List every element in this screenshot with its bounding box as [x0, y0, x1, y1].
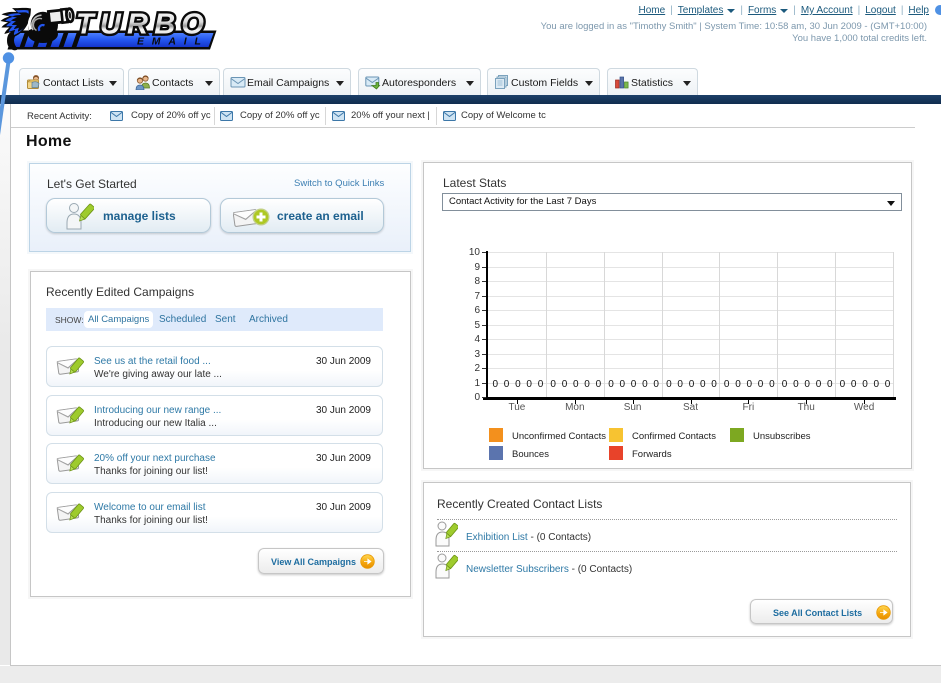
- svg-text:TURBO: TURBO: [76, 9, 210, 41]
